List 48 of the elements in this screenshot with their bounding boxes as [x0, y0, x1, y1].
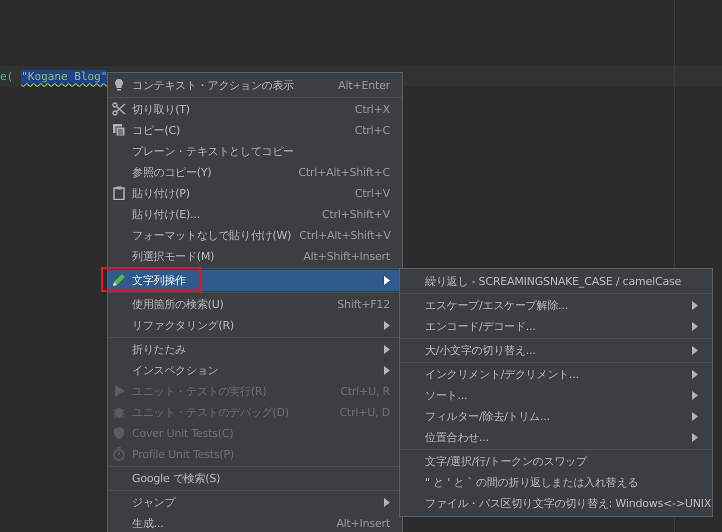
menu-item[interactable]: エンコード/デコード... [400, 316, 712, 337]
menu-item[interactable]: 生成... Alt+Insert [108, 513, 402, 532]
shortcut-label: Ctrl+Shift+V [320, 208, 390, 221]
copy-icon [112, 123, 126, 137]
menu-item[interactable]: 位置合わせ... [400, 427, 712, 448]
menu-item[interactable]: ソート... [400, 385, 712, 406]
menu-item[interactable]: 貼り付け(E)... Ctrl+Shift+V [108, 204, 402, 225]
menu-item[interactable]: フィルター/除去/トリム... [400, 406, 712, 427]
menu-item[interactable]: 折りたたみ [108, 339, 402, 360]
lightbulb-icon [112, 78, 126, 92]
pencil-icon [112, 273, 126, 287]
menu-item[interactable]: フォーマットなしで貼り付け(W) Ctrl+Alt+Shift+V [108, 225, 402, 246]
menu-item[interactable]: 文字/選択/行/トークンのスワップ [400, 451, 712, 472]
play-icon [112, 384, 126, 398]
shortcut-label: Ctrl+V [354, 187, 390, 200]
menu-item[interactable]: インスペクション [108, 360, 402, 381]
menu-item[interactable]: ジャンプ [108, 492, 402, 513]
menu-item[interactable]: コピー(C) Ctrl+C [108, 120, 402, 141]
menu-item[interactable]: " と ' と ` の間の折り返しまたは入れ替える [400, 472, 712, 493]
menu-item[interactable]: 貼り付け(P) Ctrl+V [108, 183, 402, 204]
shortcut-label: Ctrl+X [354, 103, 390, 116]
shortcut-label: Shift+F12 [336, 298, 390, 311]
shortcut-label: Ctrl+Alt+Shift+V [298, 229, 391, 242]
stopwatch-icon [112, 447, 126, 461]
shortcut-label: Alt+Insert [335, 517, 390, 530]
menu-item[interactable]: 切り取り(T) Ctrl+X [108, 99, 402, 120]
menu-item[interactable]: コンテキスト・アクションの表示 Alt+Enter [108, 75, 402, 96]
menu-item[interactable]: リファクタリング(R) [108, 315, 402, 336]
bug-icon [112, 405, 126, 419]
shortcut-label: Ctrl+C [354, 124, 390, 137]
shortcut-label: Alt+Enter [337, 79, 390, 92]
menu-item[interactable]: 繰り返し - SCREAMINGSNAKE_CASE / camelCase [400, 271, 712, 292]
menu-item[interactable]: 列選択モード(M) Alt+Shift+Insert [108, 246, 402, 267]
menu-item[interactable]: 大/小文字の切り替え... [400, 340, 712, 361]
shortcut-label: Ctrl+Alt+Shift+C [297, 166, 390, 179]
code-token: e( [0, 70, 14, 82]
menu-item[interactable]: インクリメント/デクリメント... [400, 364, 712, 385]
clipboard-icon [112, 186, 126, 200]
menu-item[interactable]: 参照のコピー(Y) Ctrl+Alt+Shift+C [108, 162, 402, 183]
shield-icon [112, 426, 126, 440]
shortcut-label: Alt+Shift+Insert [302, 250, 390, 263]
scissors-icon [112, 102, 126, 116]
menu-item[interactable]: ファイル・パス区切り文字の切り替え: Windows<->UNIX [400, 493, 712, 514]
code-token: "Kogane Blog" [21, 70, 108, 82]
menu-item[interactable]: 使用箇所の検索(U) Shift+F12 [108, 294, 402, 315]
menu-item[interactable]: プレーン・テキストとしてコピー [108, 141, 402, 162]
menu-item[interactable]: エスケープ/エスケープ解除... [400, 295, 712, 316]
menu-item[interactable]: Google で検索(S) [108, 468, 402, 489]
